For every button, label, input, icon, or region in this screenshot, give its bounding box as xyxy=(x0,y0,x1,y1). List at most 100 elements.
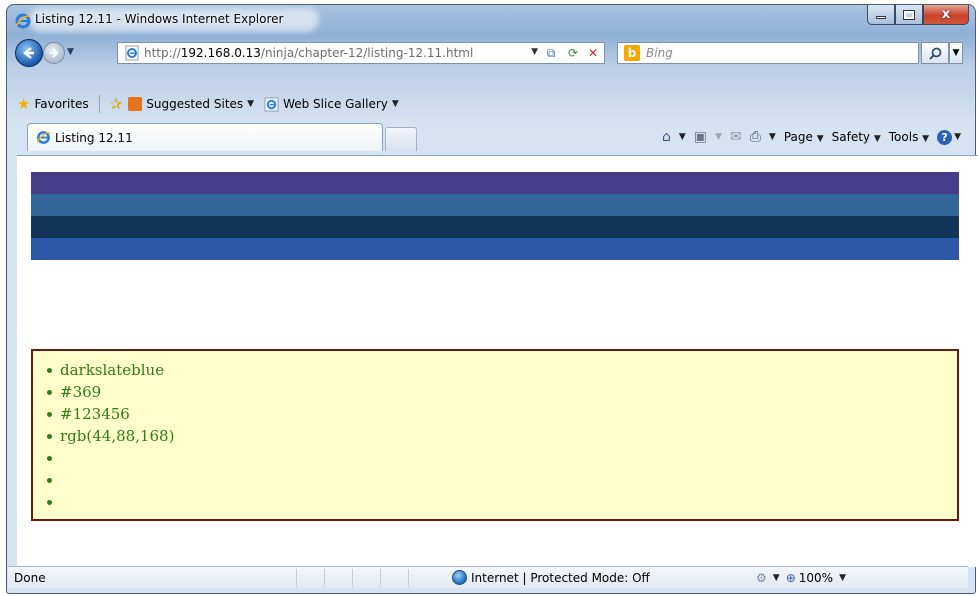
zoom-dropdown-icon[interactable]: ▼ xyxy=(839,573,846,583)
chevron-down-icon: ▼ xyxy=(247,99,255,109)
feeds-dropdown-icon[interactable]: ▼ xyxy=(715,132,722,142)
suggested-sites-link[interactable]: Suggested Sites ▼ xyxy=(128,97,254,111)
minimize-button[interactable] xyxy=(867,5,895,25)
stripe-123456 xyxy=(31,216,959,238)
protected-mode-icon[interactable]: ⚙ xyxy=(756,571,767,585)
chevron-down-icon[interactable]: ▼ xyxy=(773,573,780,583)
search-button[interactable] xyxy=(921,42,949,64)
feeds-icon[interactable]: ▣ xyxy=(694,129,707,145)
tab-listing[interactable]: Listing 12.11 xyxy=(27,123,383,151)
zoom-level: 100% xyxy=(798,570,834,585)
caption-buttons: x xyxy=(867,5,969,25)
chevron-down-icon: ▼ xyxy=(391,99,399,109)
web-slice-gallery-label: Web Slice Gallery xyxy=(283,97,388,111)
back-button[interactable] xyxy=(15,39,43,67)
title-bar: Listing 12.11 - Windows Internet Explore… xyxy=(7,5,975,35)
list-item xyxy=(47,447,957,469)
web-slice-ie-icon xyxy=(264,96,279,112)
globe-icon xyxy=(452,570,467,585)
command-bar: ⌂ ▼ ▣ ▼ ✉ ⎙ ▼ Page ▼ Safety ▼ Tools ▼ ? … xyxy=(662,129,961,145)
forward-button[interactable] xyxy=(43,42,65,64)
web-slice-gallery-link[interactable]: Web Slice Gallery ▼ xyxy=(264,96,399,112)
chevron-down-icon: ▼ xyxy=(922,134,930,144)
maximize-icon xyxy=(903,9,915,20)
close-button[interactable]: x xyxy=(923,5,969,25)
bullet xyxy=(47,411,52,417)
tools-menu-label: Tools xyxy=(888,130,919,144)
search-input[interactable]: b Bing xyxy=(617,42,919,64)
add-favorite-icon: ✰ xyxy=(109,95,123,113)
status-bar: Done Internet | Protected Mode: Off ⚙ ▼ … xyxy=(8,566,968,588)
search-options-dropdown[interactable]: ▼ xyxy=(949,42,963,64)
navigation-bar: ▼ http://192.168.0.13/ninja/chapter-12/l… xyxy=(7,37,975,69)
print-icon[interactable]: ⎙ xyxy=(750,129,761,145)
browser-window: Listing 12.11 - Windows Internet Explore… xyxy=(6,4,978,594)
suggested-sites-icon xyxy=(128,97,143,111)
bing-icon: b xyxy=(624,45,640,61)
tab-label: Listing 12.11 xyxy=(55,130,133,145)
favorites-separator xyxy=(98,95,100,113)
back-arrow-icon xyxy=(23,47,34,59)
search-icon xyxy=(928,47,941,60)
list-item: rgb(44,88,168) xyxy=(47,425,957,447)
zoom-area: ⚙ ▼ ⊕ 100% ▼ xyxy=(756,571,846,585)
stripe-369 xyxy=(31,194,959,216)
tab-ie-icon xyxy=(36,131,51,144)
chevron-down-icon: ▼ xyxy=(873,134,881,144)
color-name: darkslateblue xyxy=(60,361,165,379)
bullet xyxy=(47,433,52,439)
page-content: darkslateblue #369 #123456 rgb(44,88,168… xyxy=(17,155,978,567)
compatibility-view-icon[interactable]: ⧉ xyxy=(542,45,560,61)
favorites-button[interactable]: ★ Favorites xyxy=(17,95,89,113)
favorites-star-icon: ★ xyxy=(17,95,31,113)
page-menu[interactable]: Page ▼ xyxy=(784,130,824,144)
bullet xyxy=(47,499,52,505)
status-panel xyxy=(324,568,352,587)
color-name: #369 xyxy=(60,383,102,401)
zoom-control[interactable]: ⊕ 100% xyxy=(786,571,833,585)
list-item: #369 xyxy=(47,381,957,403)
url-host: 192.168.0.13 xyxy=(180,46,261,60)
list-item xyxy=(47,469,957,491)
print-dropdown-icon[interactable]: ▼ xyxy=(769,132,776,142)
maximize-button[interactable] xyxy=(895,5,923,25)
recent-pages-dropdown-icon[interactable]: ▼ xyxy=(67,47,74,57)
minimize-icon xyxy=(876,16,886,19)
tools-menu[interactable]: Tools ▼ xyxy=(889,130,929,144)
color-name: rgb(44,88,168) xyxy=(60,427,175,445)
status-panel xyxy=(408,568,436,587)
safety-menu[interactable]: Safety ▼ xyxy=(832,130,881,144)
help-menu[interactable]: ? ▼ xyxy=(937,129,961,145)
new-tab-button[interactable] xyxy=(385,127,417,151)
forward-arrow-icon xyxy=(50,48,59,58)
window-title: Listing 12.11 - Windows Internet Explore… xyxy=(35,12,284,26)
stop-icon[interactable]: ✕ xyxy=(584,45,602,61)
status-panel xyxy=(352,568,380,587)
url-text: http://192.168.0.13/ninja/chapter-12/lis… xyxy=(144,46,473,60)
color-list-box: darkslateblue #369 #123456 rgb(44,88,168… xyxy=(31,349,959,521)
home-icon[interactable]: ⌂ xyxy=(662,129,671,145)
add-to-favorites-bar-button[interactable]: ✰ xyxy=(110,95,123,113)
color-list: darkslateblue #369 #123456 rgb(44,88,168… xyxy=(47,359,957,513)
stripe-rgb xyxy=(31,238,959,260)
chevron-down-icon: ▼ xyxy=(816,134,824,144)
tab-row: Listing 12.11 ⌂ ▼ ▣ ▼ ✉ ⎙ ▼ Page ▼ Safet… xyxy=(7,119,975,151)
refresh-icon[interactable]: ⟳ xyxy=(564,45,582,61)
security-zone[interactable]: Internet | Protected Mode: Off xyxy=(452,570,732,585)
bullet xyxy=(47,455,52,461)
ie-logo-icon xyxy=(15,13,31,29)
suggested-sites-label: Suggested Sites xyxy=(146,97,244,111)
address-dropdown-icon[interactable]: ▼ xyxy=(531,47,538,57)
read-mail-icon[interactable]: ✉ xyxy=(730,129,742,145)
address-bar[interactable]: http://192.168.0.13/ninja/chapter-12/lis… xyxy=(117,42,605,64)
favorites-bar: ★ Favorites ✰ Suggested Sites ▼ Web Slic… xyxy=(7,91,975,117)
page-menu-label: Page xyxy=(783,130,813,144)
search-placeholder: Bing xyxy=(646,46,673,60)
home-dropdown-icon[interactable]: ▼ xyxy=(679,132,686,142)
chevron-down-icon: ▼ xyxy=(952,48,960,58)
list-item: darkslateblue xyxy=(47,359,957,381)
color-name: #123456 xyxy=(60,405,130,423)
chevron-down-icon: ▼ xyxy=(954,132,961,142)
status-panel xyxy=(380,568,408,587)
color-stripes xyxy=(31,172,959,260)
